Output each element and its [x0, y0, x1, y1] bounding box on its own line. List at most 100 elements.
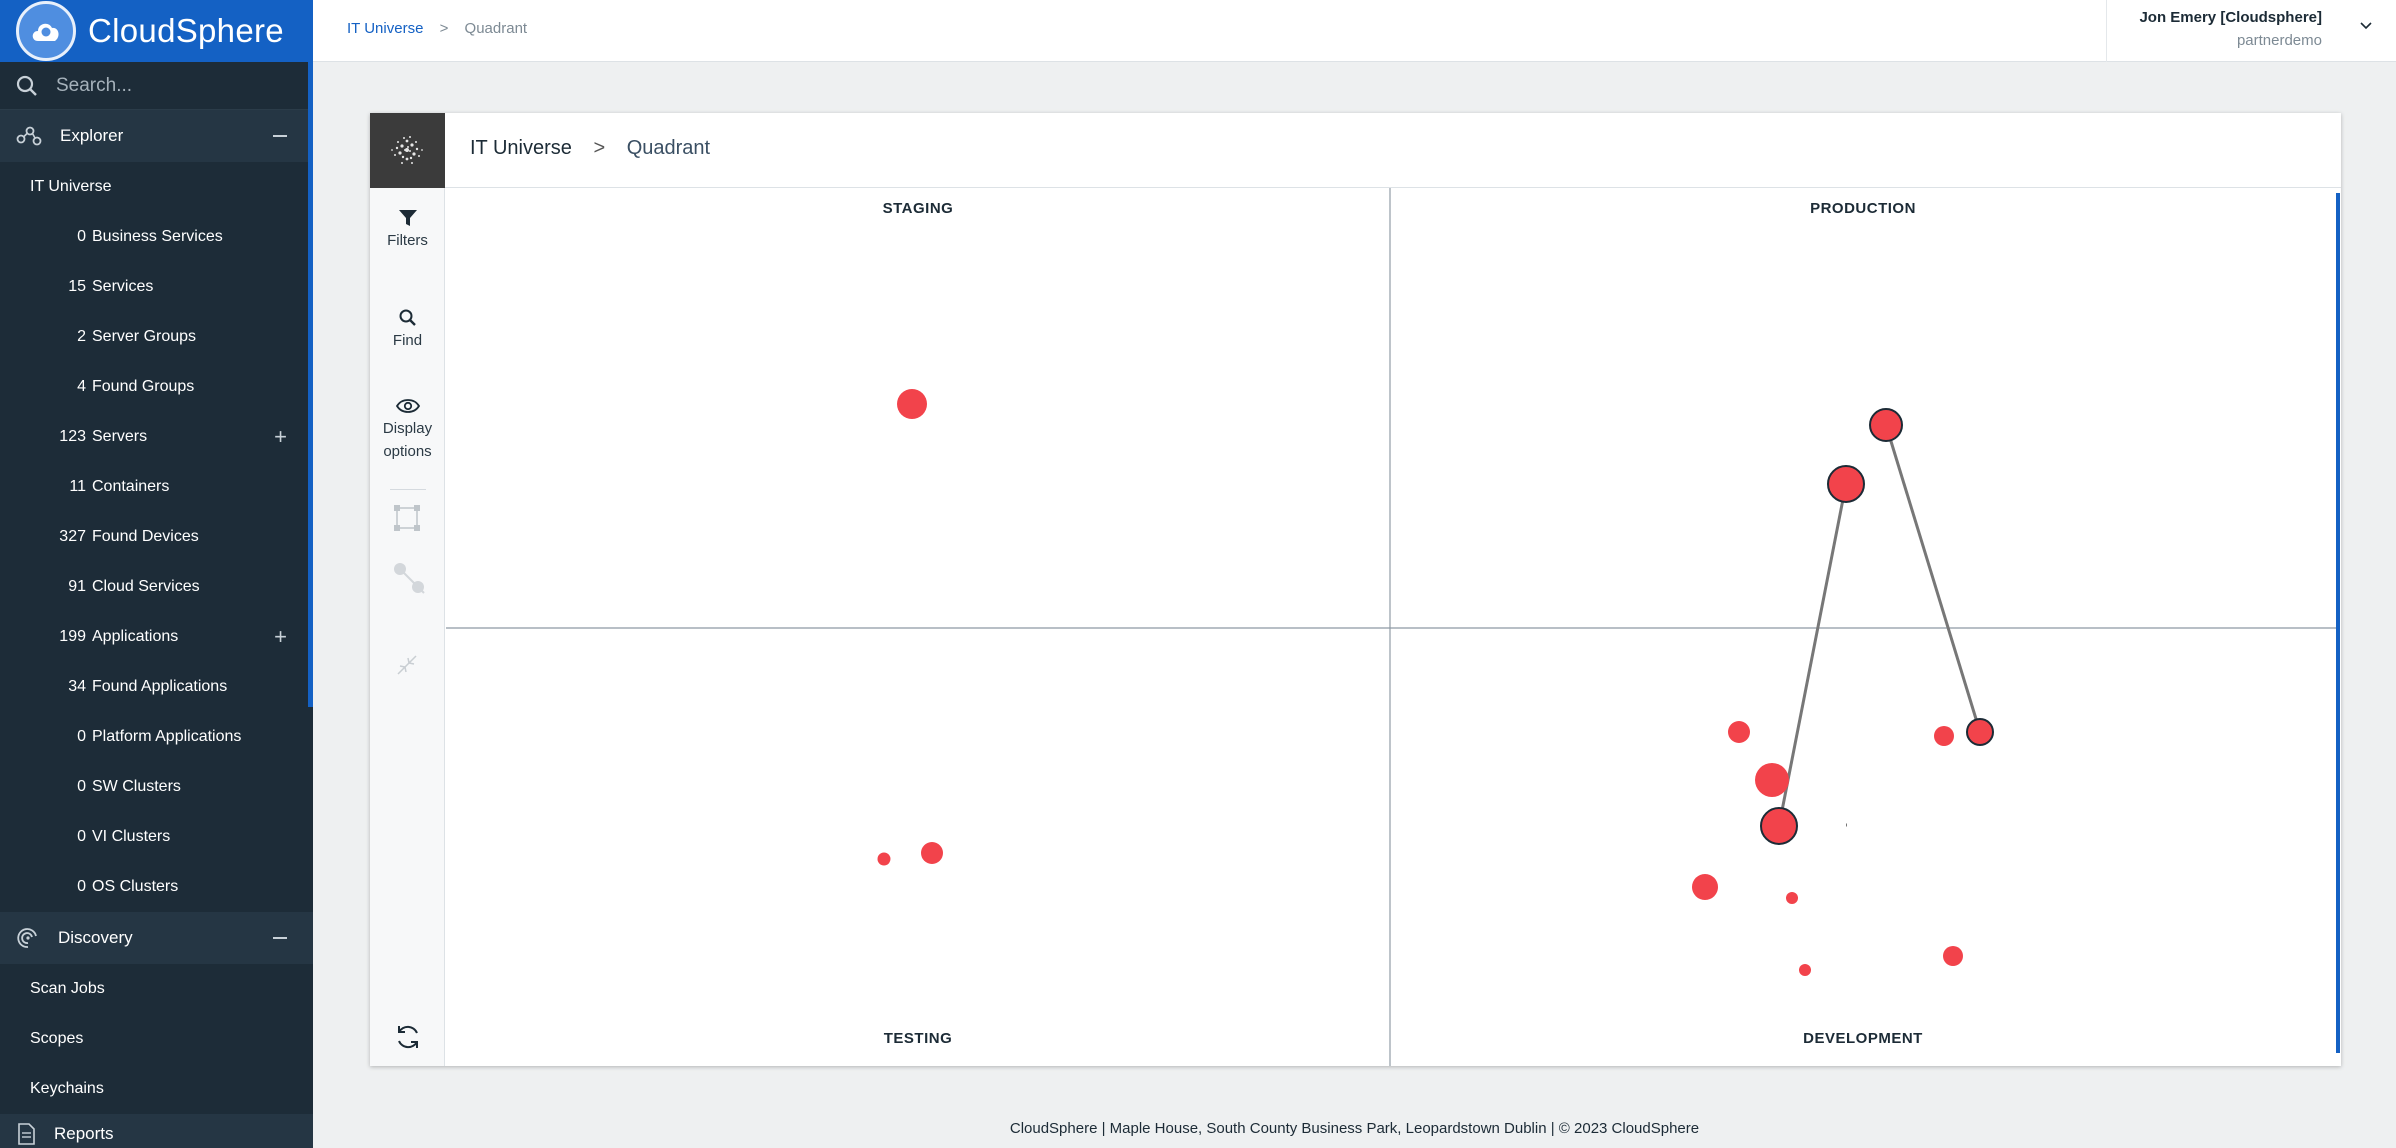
sidebar-item-count: 0 — [77, 878, 86, 895]
find-button[interactable]: Find — [370, 308, 445, 349]
sidebar-item-label: OS Clusters — [92, 878, 179, 895]
logo-text: CloudSphere — [88, 12, 284, 49]
refresh-icon[interactable] — [394, 1023, 422, 1051]
sidebar-item-found-applications[interactable]: 34 Found Applications — [0, 662, 313, 712]
sidebar-item-count: 123 — [59, 428, 86, 445]
sidebar-item-label: Services — [92, 278, 154, 295]
link-edges — [1777, 424, 1982, 827]
breadcrumb-separator: > — [439, 20, 449, 37]
expand-plus-icon[interactable]: + — [274, 626, 287, 648]
sidebar-item-applications[interactable]: 199 Applications + — [0, 612, 313, 662]
card-title-root[interactable]: IT Universe — [470, 137, 572, 159]
node-selected[interactable] — [1827, 465, 1865, 503]
collapse-icon[interactable] — [273, 937, 287, 939]
explorer-icon — [16, 126, 42, 146]
node[interactable] — [1728, 721, 1750, 743]
user-menu[interactable]: Jon Emery [Cloudsphere] partnerdemo — [2106, 0, 2396, 62]
node[interactable] — [877, 852, 891, 866]
sidebar-item-it-universe[interactable]: IT Universe — [0, 162, 313, 212]
sidebar-item-vi-clusters[interactable]: 0 VI Clusters — [0, 812, 313, 862]
sidebar-item-label: Found Devices — [92, 528, 199, 545]
search-icon — [16, 75, 37, 96]
node[interactable] — [1799, 964, 1811, 976]
sidebar-item-platform-applications[interactable]: 0 Platform Applications — [0, 712, 313, 762]
quadrant-label-staging: STAGING — [882, 200, 954, 217]
top-bar: IT Universe > Quadrant Jon Emery [Clouds… — [313, 0, 2396, 62]
sidebar-item-count: 0 — [77, 728, 86, 745]
sidebar-item-sw-clusters[interactable]: 0 SW Clusters — [0, 762, 313, 812]
quadrant-label-development: DEVELOPMENT — [1803, 1030, 1923, 1047]
filters-button[interactable]: Filters — [370, 208, 445, 249]
node-selected[interactable] — [1869, 408, 1903, 442]
sidebar-item-scopes[interactable]: Scopes — [0, 1014, 313, 1064]
collapse-arrows-icon — [397, 655, 417, 675]
sidebar-item-label: Found Groups — [92, 378, 195, 395]
link-edge — [1777, 483, 1848, 827]
sidebar-item-label: Applications — [92, 628, 179, 645]
sidebar-item-found-devices[interactable]: 327 Found Devices — [0, 512, 313, 562]
universe-thumbnail-icon — [391, 136, 423, 164]
sidebar-item-keychains[interactable]: Keychains — [0, 1064, 313, 1114]
sidebar-item-label: IT Universe — [30, 178, 112, 195]
explorer-section-header[interactable]: Explorer — [0, 110, 313, 162]
sidebar-item-label: Platform Applications — [92, 728, 242, 745]
sidebar-item-count: 15 — [68, 278, 86, 295]
collapse-icon[interactable] — [273, 135, 287, 137]
chevron-down-icon[interactable] — [2358, 18, 2374, 34]
card-title-separator: > — [593, 137, 606, 159]
node-selected[interactable] — [1966, 718, 1994, 746]
cloudsphere-logo-icon[interactable] — [16, 1, 76, 61]
connect-nodes-icon — [394, 563, 425, 594]
node[interactable] — [1934, 726, 1954, 746]
search-bar[interactable]: Search... — [0, 62, 313, 110]
reports-section-header[interactable]: Reports — [0, 1114, 313, 1148]
display-options-button[interactable]: Display options — [370, 396, 445, 460]
explorer-list: IT Universe 0 Business Services 15 Servi… — [0, 162, 313, 912]
quadrant-nodes[interactable] — [877, 389, 1994, 976]
sidebar-item-containers[interactable]: 11 Containers — [0, 462, 313, 512]
sidebar-item-count: 0 — [77, 228, 86, 245]
sidebar-item-cloud-services[interactable]: 91 Cloud Services — [0, 562, 313, 612]
node[interactable] — [1692, 874, 1718, 900]
sidebar-item-label: Keychains — [30, 1080, 104, 1097]
toolbar-divider — [390, 489, 426, 490]
footer: CloudSphere | Maple House, South County … — [1009, 1120, 1700, 1137]
sidebar-item-os-clusters[interactable]: 0 OS Clusters — [0, 862, 313, 912]
sidebar-item-label: Servers — [92, 428, 148, 445]
sidebar-item-business-services[interactable]: 0 Business Services — [0, 212, 313, 262]
node-selected[interactable] — [1760, 807, 1798, 845]
node[interactable] — [921, 842, 943, 864]
sidebar-item-found-groups[interactable]: 4 Found Groups — [0, 362, 313, 412]
node[interactable] — [1755, 763, 1789, 797]
sidebar-item-count: 4 — [77, 378, 86, 395]
search-icon — [399, 309, 416, 326]
expand-plus-icon[interactable]: + — [274, 426, 287, 448]
sidebar-item-label: Server Groups — [92, 328, 197, 345]
sidebar-item-label: SW Clusters — [92, 778, 181, 795]
sidebar-item-servers[interactable]: 123 Servers + — [0, 412, 313, 462]
card-scrollbar[interactable] — [2336, 193, 2340, 1053]
sidebar-item-label: VI Clusters — [92, 828, 171, 845]
sidebar-item-services[interactable]: 15 Services — [0, 262, 313, 312]
display-options-label-2: options — [383, 443, 432, 460]
breadcrumb: IT Universe > Quadrant — [347, 20, 527, 37]
quadrant-canvas[interactable]: STAGING PRODUCTION TESTING DEVELOPMENT — [446, 188, 2341, 1066]
node[interactable] — [1943, 946, 1963, 966]
eye-icon — [395, 399, 420, 413]
sidebar-scrollbar[interactable] — [308, 62, 313, 707]
universe-thumbnail — [370, 113, 445, 188]
discovery-section-header[interactable]: Discovery — [0, 912, 313, 964]
sidebar-item-scan-jobs[interactable]: Scan Jobs — [0, 964, 313, 1014]
node[interactable] — [897, 389, 927, 419]
sidebar: CloudSphere Search... Explorer IT Univer… — [0, 0, 313, 1148]
quadrant-card: IT Universe > Quadrant Filters Find Disp… — [370, 113, 2341, 1066]
sidebar-item-server-groups[interactable]: 2 Server Groups — [0, 312, 313, 362]
discovery-icon — [17, 928, 37, 948]
breadcrumb-root-link[interactable]: IT Universe — [347, 20, 423, 37]
card-header: IT Universe > Quadrant — [370, 113, 2341, 188]
search-input[interactable]: Search... — [56, 75, 132, 97]
node[interactable] — [1786, 892, 1798, 904]
sidebar-item-label: Containers — [92, 478, 170, 495]
display-options-label-1: Display — [382, 420, 433, 437]
quadrant-label-production: PRODUCTION — [1810, 200, 1916, 217]
